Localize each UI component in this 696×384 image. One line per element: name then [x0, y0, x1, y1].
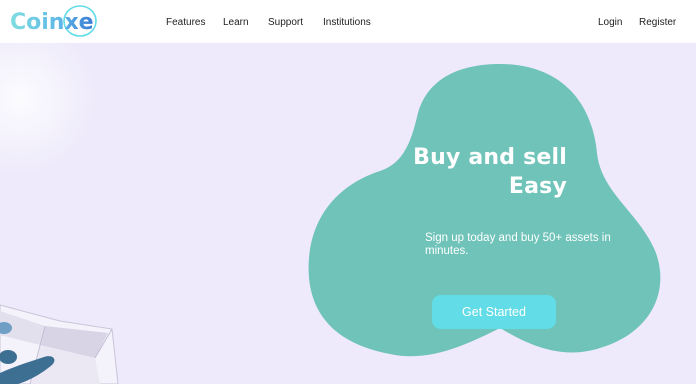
register-link[interactable]: Register: [639, 16, 676, 30]
hero-subtitle: Sign up today and buy 50+ assets in minu…: [425, 232, 611, 257]
card-illustration: [0, 304, 119, 384]
nav-learn[interactable]: Learn: [223, 16, 249, 30]
nav-features[interactable]: Features: [166, 16, 205, 30]
hero-section: Buy and sell Easy Sign up today and buy …: [0, 43, 696, 384]
nav-support[interactable]: Support: [268, 16, 303, 30]
nav-institutions[interactable]: Institutions: [323, 16, 371, 30]
coinxe-logo[interactable]: Coinxe: [8, 2, 103, 40]
top-navigation-bar: Coinxe Features Learn Support Institutio…: [0, 0, 696, 43]
hero-title-line-2: Easy: [508, 174, 567, 199]
hero-illustration: [0, 304, 119, 384]
hero-title: Buy and sell Easy: [347, 143, 567, 201]
logo-text: Coinxe: [10, 10, 94, 35]
login-link[interactable]: Login: [598, 16, 622, 30]
get-started-button[interactable]: Get Started: [432, 295, 556, 329]
hero-title-line-1: Buy and sell: [413, 145, 567, 170]
